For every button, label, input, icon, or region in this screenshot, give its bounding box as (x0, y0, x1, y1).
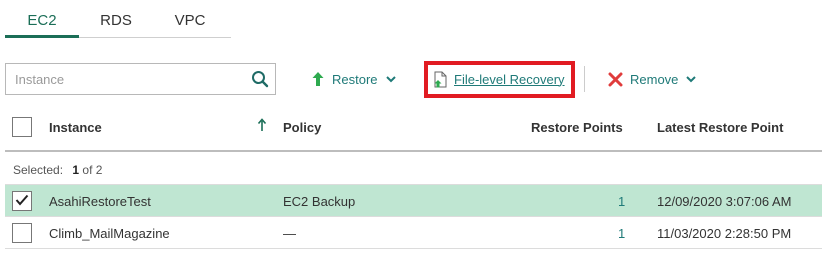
restore-label: Restore (332, 71, 378, 87)
resource-tabs: EC2 RDS VPC (5, 0, 231, 38)
column-header-latest-restore-point[interactable]: Latest Restore Point (657, 120, 783, 135)
selection-suffix: of 2 (82, 163, 103, 177)
tab-ec2[interactable]: EC2 (5, 0, 79, 38)
column-header-restore-points[interactable]: Restore Points (531, 120, 623, 135)
checkmark-icon (15, 194, 29, 209)
cell-restore-points[interactable]: 1 (618, 226, 625, 241)
toolbar-divider (584, 66, 585, 92)
close-icon (608, 72, 623, 87)
file-level-recovery-button[interactable]: File-level Recovery (433, 69, 565, 89)
sort-ascending-icon[interactable] (257, 118, 267, 137)
table-row[interactable]: AsahiRestoreTest EC2 Backup 1 12/09/2020… (5, 185, 822, 217)
cell-restore-points[interactable]: 1 (618, 194, 625, 209)
instance-search-input[interactable] (6, 64, 245, 94)
select-all-checkbox[interactable] (12, 117, 32, 137)
tab-vpc[interactable]: VPC (153, 0, 227, 37)
remove-button[interactable]: Remove (608, 69, 697, 89)
selection-prefix: Selected: (13, 163, 64, 177)
table-header: Instance Policy Restore Points Latest Re… (5, 110, 822, 152)
chevron-down-icon (385, 75, 396, 83)
cell-policy: — (283, 226, 296, 241)
chevron-down-icon (686, 75, 697, 83)
cell-instance: AsahiRestoreTest (49, 194, 151, 209)
file-restore-icon (433, 71, 447, 88)
cell-policy: EC2 Backup (283, 194, 356, 209)
search-icon[interactable] (245, 64, 275, 94)
table-row[interactable]: Climb_MailMagazine — 1 11/03/2020 2:28:5… (5, 217, 822, 249)
row-checkbox[interactable] (12, 223, 32, 243)
cell-latest-restore-point: 12/09/2020 3:07:06 AM (657, 194, 792, 209)
file-level-recovery-label: File-level Recovery (454, 71, 565, 87)
restore-button[interactable]: Restore (311, 69, 396, 89)
selection-count: 1 (72, 163, 80, 177)
cell-instance: Climb_MailMagazine (49, 226, 170, 241)
instance-search-box (5, 63, 276, 95)
selection-summary: Selected: 1 of 2 (13, 163, 102, 177)
row-checkbox[interactable] (12, 191, 32, 211)
tab-rds[interactable]: RDS (79, 0, 153, 37)
remove-label: Remove (630, 71, 679, 87)
arrow-up-icon (311, 71, 325, 87)
column-header-instance[interactable]: Instance (49, 120, 102, 135)
column-header-policy[interactable]: Policy (283, 120, 321, 135)
cell-latest-restore-point: 11/03/2020 2:28:50 PM (657, 226, 792, 241)
